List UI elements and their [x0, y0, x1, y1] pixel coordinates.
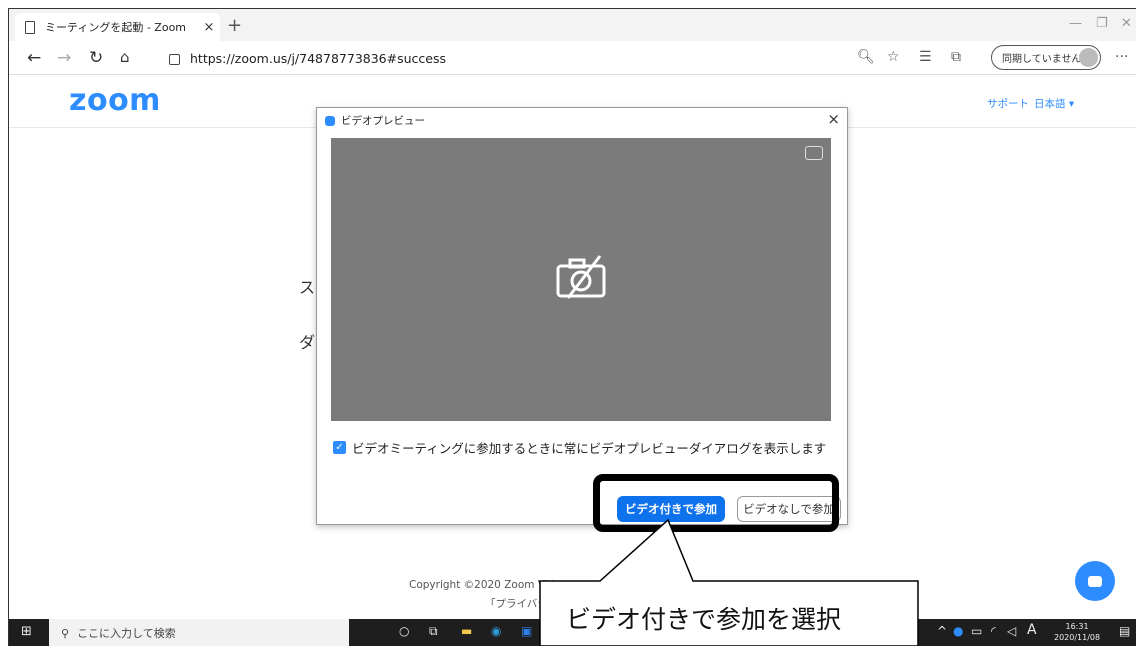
- page-icon: [25, 20, 35, 34]
- taskbar-search-placeholder: ここに入力して検索: [77, 627, 176, 640]
- avatar-icon: [1079, 48, 1098, 67]
- windows-start-icon[interactable]: ⊞: [21, 624, 32, 639]
- tab-bar: ミーティングを起動 - Zoom × + — ❐ ✕: [9, 9, 1136, 41]
- browser-window: ミーティングを起動 - Zoom × + — ❐ ✕ ← → ↻ ⌂ https…: [8, 8, 1136, 646]
- video-preview-dialog: ビデオプレビュー × ✓ ビデオミーティングに参加するときに常にビデオプレビュー…: [316, 107, 848, 525]
- taskbar-clock[interactable]: 16:31 2020/11/08: [1054, 621, 1100, 643]
- collections-icon[interactable]: ⧉: [951, 49, 961, 65]
- chat-button[interactable]: [1075, 561, 1115, 601]
- task-view-icon[interactable]: ⧉: [429, 624, 438, 639]
- tab-close-icon[interactable]: ×: [198, 20, 220, 35]
- picture-preview-icon[interactable]: [805, 146, 823, 160]
- checkbox-label: ビデオミーティングに参加するときに常にビデオプレビューダイアログを表示します: [352, 441, 827, 456]
- forward-icon[interactable]: →: [57, 48, 71, 68]
- notification-icon[interactable]: ▤: [1119, 624, 1130, 638]
- camera-off-icon: [556, 255, 606, 299]
- battery-icon[interactable]: ▭: [971, 624, 982, 638]
- dialog-title-bar: ビデオプレビュー: [325, 113, 425, 128]
- zoom-logo[interactable]: zoom: [69, 83, 161, 118]
- dialog-close-button[interactable]: ×: [827, 110, 840, 128]
- tray-chevron-icon[interactable]: ^: [937, 624, 947, 638]
- copyright-text: Copyright ©2020 Zoom Vide: [409, 579, 561, 591]
- minimize-icon[interactable]: —: [1069, 16, 1082, 31]
- favorite-star-icon[interactable]: ☆: [887, 49, 900, 65]
- word-icon[interactable]: ▣: [521, 624, 532, 638]
- url-field[interactable]: https://zoom.us/j/74878773836#success: [169, 46, 899, 70]
- volume-icon[interactable]: ◁: [1007, 624, 1016, 638]
- favorites-list-icon[interactable]: ☰: [919, 49, 932, 65]
- taskbar-search[interactable]: ⚲ ここに入力して検索: [49, 619, 349, 646]
- url-text: https://zoom.us/j/74878773836#success: [190, 50, 446, 66]
- ime-indicator[interactable]: A: [1027, 622, 1037, 638]
- support-link[interactable]: サポート: [987, 96, 1029, 111]
- cortana-icon[interactable]: ○: [399, 624, 409, 638]
- language-link[interactable]: 日本語 ▾: [1034, 96, 1074, 111]
- checkbox-checked-icon[interactable]: ✓: [333, 441, 346, 454]
- home-icon[interactable]: ⌂: [120, 48, 130, 66]
- clock-date: 2020/11/08: [1054, 633, 1101, 642]
- more-menu-icon[interactable]: ···: [1115, 49, 1128, 65]
- edge-icon[interactable]: ◉: [491, 624, 501, 638]
- refresh-icon[interactable]: ↻: [89, 48, 103, 68]
- lock-icon: [169, 53, 180, 65]
- callout-text: ビデオ付きで参加を選択: [566, 605, 842, 634]
- back-icon[interactable]: ←: [27, 48, 41, 68]
- wifi-icon[interactable]: ◜: [991, 624, 996, 638]
- tab-title: ミーティングを起動 - Zoom: [45, 21, 187, 34]
- zoom-magnifier-icon[interactable]: 🔍︎: [857, 49, 875, 65]
- sync-profile-button[interactable]: 同期していません: [991, 45, 1101, 70]
- dialog-title: ビデオプレビュー: [341, 115, 425, 127]
- sync-label: 同期していません: [1002, 54, 1082, 65]
- zoom-tray-icon[interactable]: ●: [953, 624, 963, 638]
- browser-tab[interactable]: ミーティングを起動 - Zoom ×: [15, 13, 220, 41]
- zoom-app-icon: [325, 115, 335, 126]
- video-preview-area: [331, 138, 831, 421]
- file-explorer-icon[interactable]: ▬: [461, 624, 472, 638]
- window-close-icon[interactable]: ✕: [1121, 16, 1132, 31]
- privacy-link[interactable]: 「プライバシ: [485, 596, 548, 611]
- button-highlight-box: [593, 474, 839, 532]
- background-text: ダ: [299, 333, 316, 352]
- address-bar-row: ← → ↻ ⌂ https://zoom.us/j/74878773836#su…: [9, 41, 1136, 75]
- background-text: ス: [299, 278, 316, 297]
- chat-icon: [1088, 575, 1102, 587]
- new-tab-button[interactable]: +: [227, 15, 242, 36]
- restore-icon[interactable]: ❐: [1096, 16, 1108, 31]
- always-show-preview-row[interactable]: ✓ ビデオミーティングに参加するときに常にビデオプレビューダイアログを表示します: [333, 438, 826, 457]
- clock-time: 16:31: [1065, 622, 1089, 631]
- search-icon: ⚲: [61, 626, 70, 640]
